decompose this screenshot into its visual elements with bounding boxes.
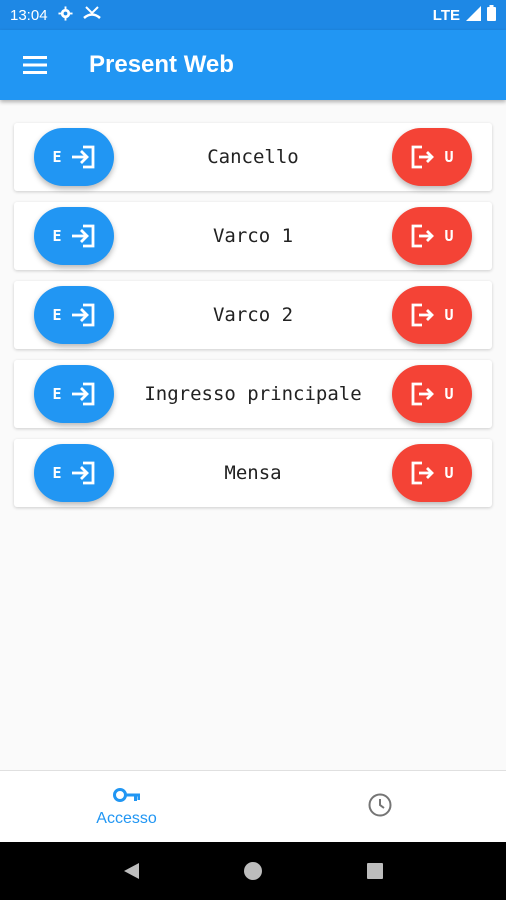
nav-item-history[interactable]: [253, 771, 506, 843]
gate-card: E Ingresso principale U: [14, 360, 492, 428]
logout-icon: [410, 461, 436, 485]
entry-button[interactable]: E: [34, 207, 114, 265]
exit-label: U: [444, 227, 454, 245]
key-icon: [112, 787, 141, 808]
exit-label: U: [444, 385, 454, 403]
exit-label: U: [444, 306, 454, 324]
hamburger-menu-icon[interactable]: [17, 47, 53, 83]
gate-card: E Mensa U: [14, 439, 492, 507]
recents-icon[interactable]: [355, 851, 395, 891]
logout-icon: [410, 382, 436, 406]
gate-card: E Cancello U: [14, 123, 492, 191]
entry-button[interactable]: E: [34, 286, 114, 344]
gate-name: Varco 1: [212, 225, 294, 247]
gate-list: E Cancello U E Varco 1 U E Varco 2 U E I…: [14, 123, 492, 518]
system-navigation-bar: [0, 842, 506, 900]
nav-item-accesso[interactable]: Accesso: [0, 771, 253, 843]
bottom-navigation: Accesso: [0, 770, 506, 843]
entry-label: E: [52, 227, 62, 245]
logout-icon: [410, 303, 436, 327]
signal-icon: [466, 5, 481, 25]
exit-button[interactable]: U: [392, 286, 472, 344]
gate-name: Ingresso principale: [144, 383, 362, 405]
gate-name: Cancello: [207, 146, 299, 168]
network-type: LTE: [432, 6, 460, 24]
home-icon[interactable]: [233, 851, 273, 891]
gate-name: Mensa: [224, 462, 282, 484]
gate-name: Varco 2: [212, 304, 294, 326]
entry-label: E: [52, 148, 62, 166]
entry-label: E: [52, 306, 62, 324]
app-bar: Present Web: [0, 30, 506, 100]
gate-card: E Varco 1 U: [14, 202, 492, 270]
back-icon[interactable]: [111, 851, 151, 891]
gate-card: E Varco 2 U: [14, 281, 492, 349]
entry-label: E: [52, 385, 62, 403]
entry-button[interactable]: E: [34, 128, 114, 186]
clock-icon: [367, 792, 393, 823]
login-icon: [70, 224, 96, 248]
status-bar: 13:04 LTE: [0, 0, 506, 30]
logout-icon: [410, 145, 436, 169]
exit-button[interactable]: U: [392, 207, 472, 265]
battery-icon: [487, 5, 496, 25]
exit-label: U: [444, 148, 454, 166]
entry-label: E: [52, 464, 62, 482]
login-icon: [70, 303, 96, 327]
exit-button[interactable]: U: [392, 128, 472, 186]
status-time: 13:04: [10, 6, 48, 24]
exit-label: U: [444, 464, 454, 482]
entry-button[interactable]: E: [34, 444, 114, 502]
nav-label-accesso: Accesso: [96, 809, 157, 827]
missed-call-icon: [82, 6, 101, 24]
exit-button[interactable]: U: [392, 444, 472, 502]
login-icon: [70, 145, 96, 169]
login-icon: [70, 382, 96, 406]
gear-icon: [58, 5, 73, 25]
logout-icon: [410, 224, 436, 248]
login-icon: [70, 461, 96, 485]
app-title: Present Web: [89, 51, 234, 78]
exit-button[interactable]: U: [392, 365, 472, 423]
entry-button[interactable]: E: [34, 365, 114, 423]
